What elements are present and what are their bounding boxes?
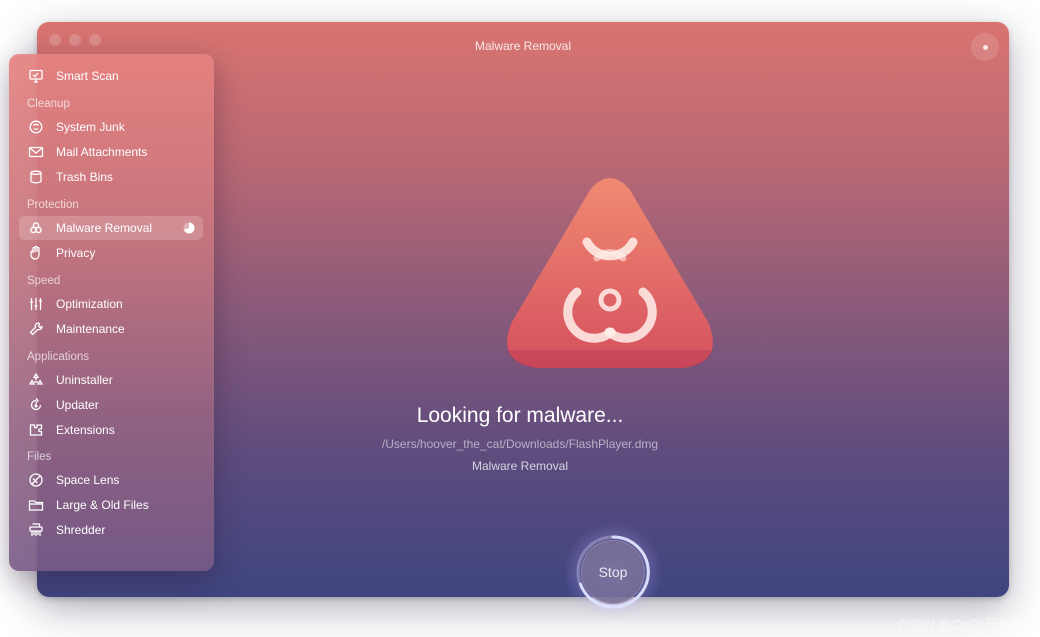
sidebar-item-label: Large & Old Files <box>56 498 149 512</box>
stop-button[interactable]: Stop <box>581 540 645 604</box>
sidebar-item-label: Space Lens <box>56 473 120 487</box>
screen: Malware Removal Smart Scan Cleanup Syste… <box>0 0 1040 637</box>
sidebar-item-label: Smart Scan <box>56 69 119 83</box>
hand-icon <box>26 243 46 263</box>
sidebar-item-uninstaller[interactable]: Uninstaller <box>19 368 203 392</box>
sidebar-item-mail-attachments[interactable]: Mail Attachments <box>19 140 203 164</box>
sidebar-item-malware-removal[interactable]: Malware Removal <box>19 216 203 240</box>
sidebar-item-label: Shredder <box>56 523 106 537</box>
stop-control: Stop <box>563 522 663 622</box>
monitor-icon <box>26 66 46 86</box>
scan-progress-icon <box>183 222 195 234</box>
sliders-icon <box>26 294 46 314</box>
sidebar-item-label: Uninstaller <box>56 373 113 387</box>
section-heading-speed: Speed <box>27 275 61 287</box>
section-heading-protection: Protection <box>27 199 79 211</box>
sidebar-item-extensions[interactable]: Extensions <box>19 418 203 442</box>
sidebar-item-label: Malware Removal <box>56 221 153 235</box>
sidebar-item-updater[interactable]: Updater <box>19 393 203 417</box>
dot-icon <box>982 44 988 50</box>
sidebar-item-system-junk[interactable]: System Junk <box>19 115 203 139</box>
sidebar-item-label: Optimization <box>56 297 123 311</box>
envelope-icon <box>26 142 46 162</box>
trash-icon <box>26 167 46 187</box>
sidebar-item-label: Updater <box>56 398 99 412</box>
sidebar-item-trash-bins[interactable]: Trash Bins <box>19 165 203 189</box>
folder-icon <box>26 495 46 515</box>
sidebar-item-label: Extensions <box>56 423 115 437</box>
window-title: Malware Removal <box>474 39 572 53</box>
shredder-icon <box>26 520 46 540</box>
section-heading-applications: Applications <box>27 351 90 363</box>
space-lens-icon <box>26 470 46 490</box>
sidebar-item-space-lens[interactable]: Space Lens <box>19 468 203 492</box>
sidebar-item-large-old-files[interactable]: Large & Old Files <box>19 493 203 517</box>
section-heading-cleanup: Cleanup <box>27 98 70 110</box>
sidebar-item-smart-scan[interactable]: Smart Scan <box>19 64 203 88</box>
sidebar-item-shredder[interactable]: Shredder <box>19 518 203 542</box>
system-junk-icon <box>26 117 46 137</box>
sidebar-item-label: Trash Bins <box>56 170 113 184</box>
sidebar: Smart Scan Cleanup System Junk Mail Atta… <box>9 54 214 571</box>
assistant-button[interactable] <box>971 33 999 61</box>
sidebar-item-label: Mail Attachments <box>56 145 148 159</box>
biohazard-icon <box>503 172 717 372</box>
uninstaller-icon <box>26 370 46 390</box>
sidebar-item-label: Maintenance <box>56 322 125 336</box>
extensions-icon <box>26 420 46 440</box>
biohazard-icon <box>26 218 46 238</box>
wrench-icon <box>26 319 46 339</box>
updater-icon <box>26 395 46 415</box>
sidebar-item-label: System Junk <box>56 120 125 134</box>
watermark: CSDN @CoCo玩电脑 <box>898 617 1024 632</box>
section-heading-files: Files <box>27 451 52 463</box>
sidebar-item-maintenance[interactable]: Maintenance <box>19 317 203 341</box>
sidebar-item-privacy[interactable]: Privacy <box>19 241 203 265</box>
sidebar-item-optimization[interactable]: Optimization <box>19 292 203 316</box>
sidebar-item-label: Privacy <box>56 246 96 260</box>
